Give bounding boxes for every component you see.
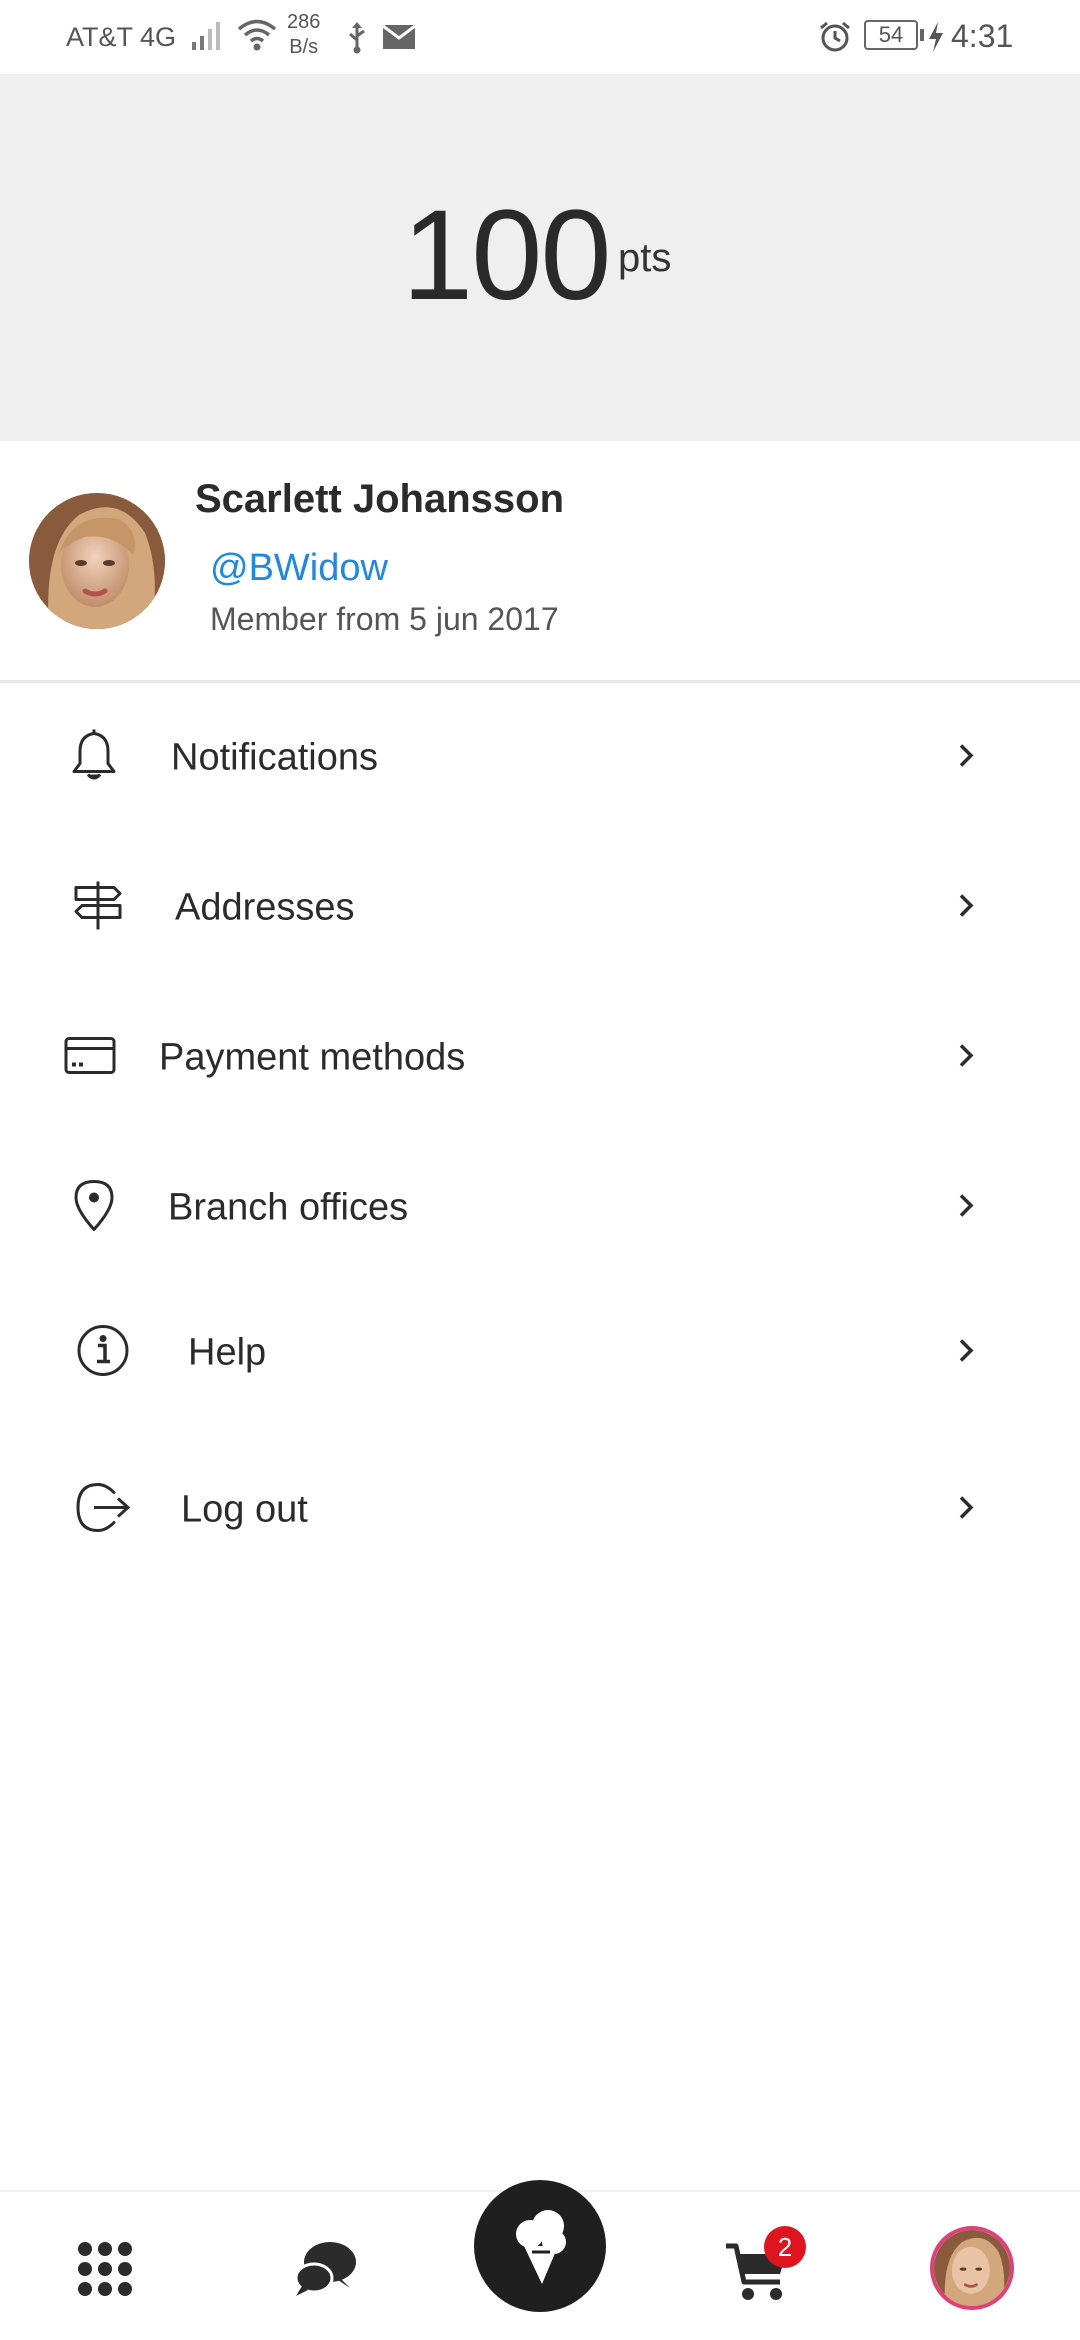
charging-icon [927,21,945,58]
chevron-right-icon [956,741,978,776]
avatar[interactable] [29,493,165,629]
menu-label-addresses: Addresses [175,886,355,929]
ice-cream-icon [510,2208,572,2291]
grid-menu-icon[interactable] [76,2240,134,2303]
chevron-right-icon [956,1041,978,1076]
clock: 4:31 [951,18,1014,54]
profile-handle[interactable]: @BWidow [210,547,388,590]
chevron-right-icon [956,1336,978,1371]
network-speed-unit: B/s [289,36,319,58]
battery-icon: 54 [864,20,918,50]
profile-name: Scarlett Johansson [195,477,565,521]
points-banner: 100 pts [0,74,1080,441]
menu-label-help: Help [188,1331,267,1374]
chevron-right-icon [956,1191,978,1226]
info-icon [76,1324,130,1383]
alarm-icon [818,20,852,59]
bell-icon [66,728,122,789]
credit-card-icon [64,1036,116,1081]
mail-icon [382,24,416,55]
battery-nub [920,29,924,41]
chevron-right-icon [956,1493,978,1528]
status-bar: AT&T 4G 286 B/s 54 4:31 [0,0,1080,74]
menu-item-addresses[interactable]: Addresses [0,833,1080,983]
signal-icon [190,18,226,57]
menu-item-notifications[interactable]: Notifications [0,683,1080,833]
signpost-icon [70,878,126,939]
menu-item-payment-methods[interactable]: Payment methods [0,983,1080,1133]
menu-item-log-out[interactable]: Log out [0,1435,1080,1585]
location-pin-icon [72,1178,116,1239]
ice-cream-home-button[interactable] [474,2180,606,2312]
profile-card: Scarlett Johansson @BWidow Member from 5… [0,441,1080,683]
points-value: 100 [402,184,612,327]
chat-icon[interactable] [292,2238,358,2305]
carrier-label: AT&T 4G [66,22,177,52]
network-speed-value: 286 [287,11,321,33]
cart-count-badge: 2 [764,2226,806,2268]
network-speed: 286 B/s [287,10,320,60]
points-unit: pts [618,236,672,280]
menu-item-help[interactable]: Help [0,1278,1080,1428]
chevron-right-icon [956,891,978,926]
logout-icon [74,1481,132,1540]
menu-label-notifications: Notifications [171,736,378,779]
usb-icon [346,20,368,59]
member-since: Member from 5 jun 2017 [210,601,559,637]
menu-item-branch-offices[interactable]: Branch offices [0,1133,1080,1283]
menu-label-branch-offices: Branch offices [168,1186,409,1229]
menu-label-log-out: Log out [181,1488,308,1531]
wifi-icon [236,18,278,57]
profile-avatar[interactable] [930,2226,1014,2310]
menu-label-payment-methods: Payment methods [159,1036,466,1079]
